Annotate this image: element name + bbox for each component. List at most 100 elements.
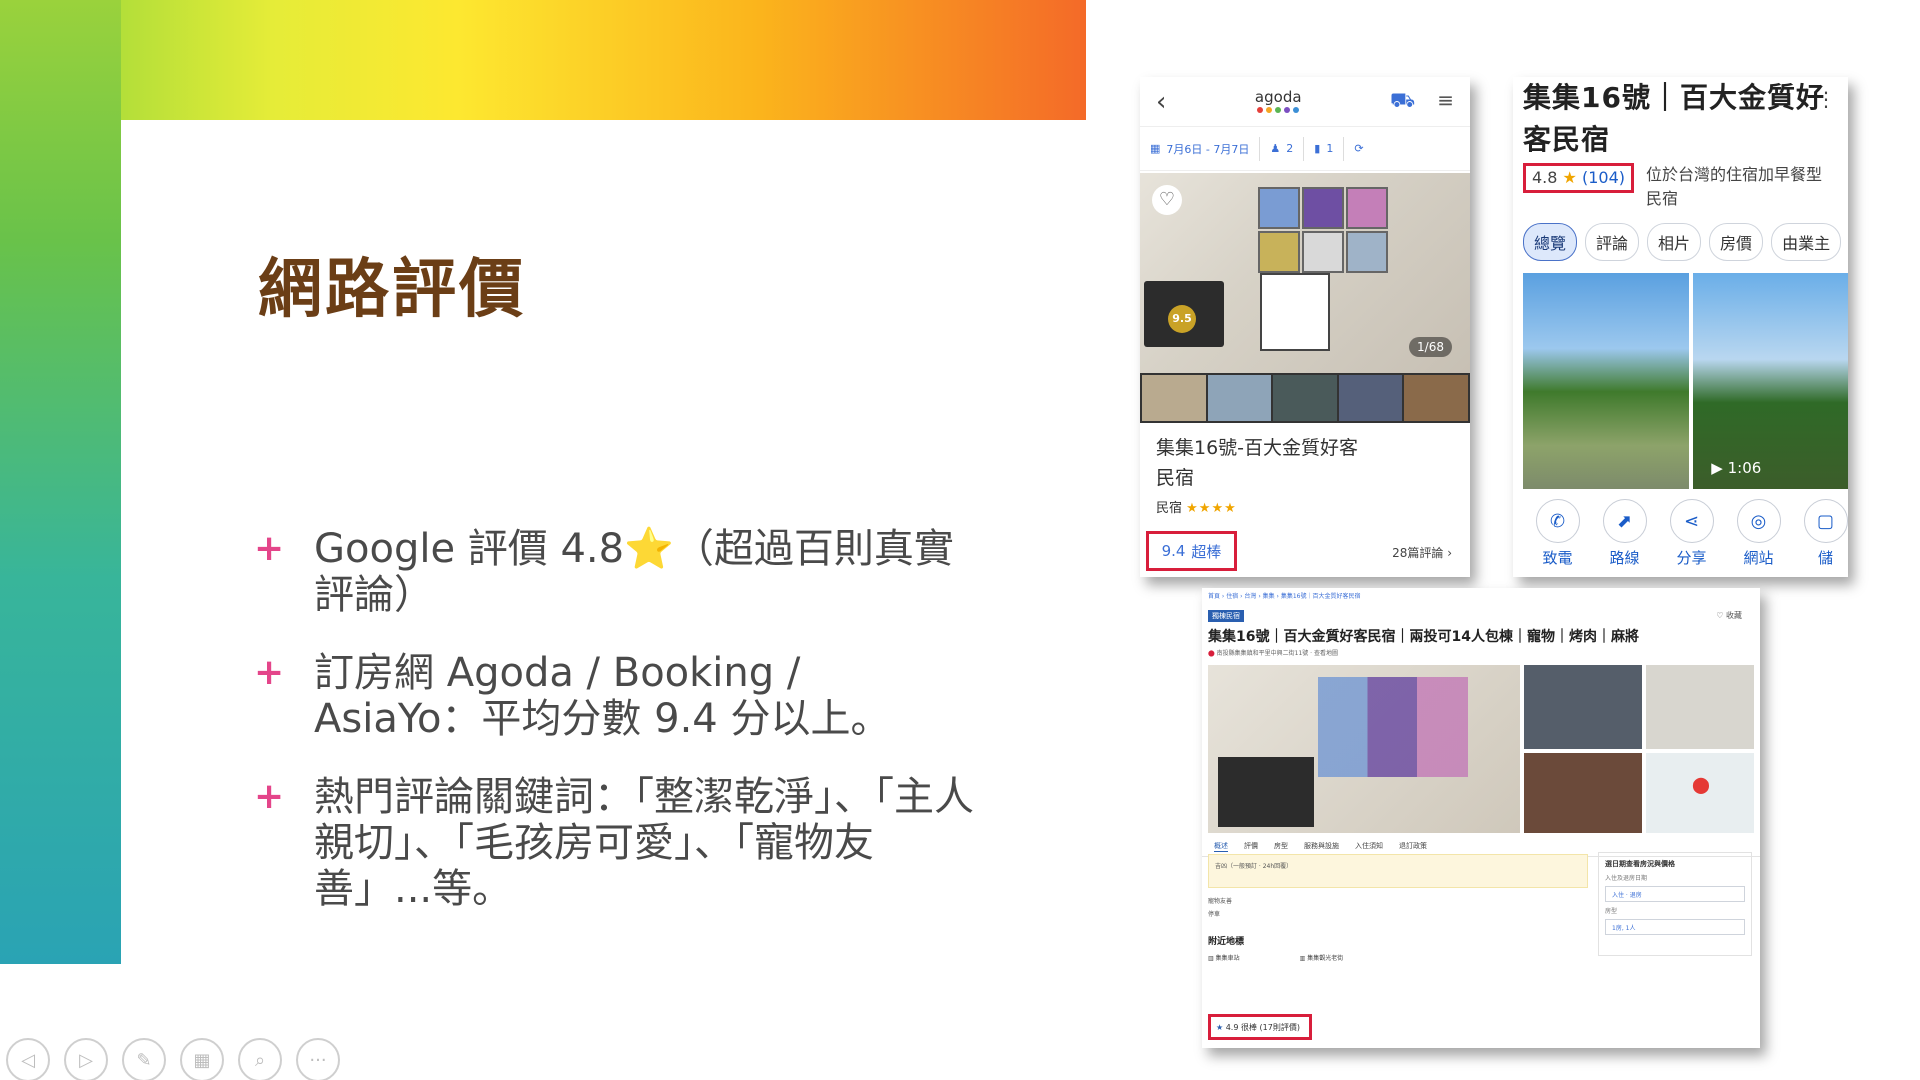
amenity-line: 寵物友善 — [1208, 898, 1233, 905]
tab-prices[interactable]: 房價 — [1709, 223, 1764, 261]
amenity-line: 停車 — [1208, 911, 1221, 918]
video-duration: ▶ 1:06 — [1711, 459, 1762, 477]
booking-screenshot: 首頁 › 住宿 › 台灣 › 集集 › 集集16號｜百大金質好客民宿 獨棟民宿 … — [1202, 588, 1760, 1048]
plus-marker: + — [254, 652, 285, 693]
favorite-heart-icon[interactable]: ♡ — [1152, 185, 1182, 215]
award-frame: 9.5 — [1144, 281, 1224, 347]
share-icon: ⋖ — [1669, 499, 1714, 543]
room-selector[interactable]: ▮ 1 — [1304, 136, 1345, 161]
thumbnail[interactable] — [1207, 375, 1272, 421]
award-plaque — [1260, 273, 1330, 351]
share-button[interactable]: ⋖ 分享 — [1669, 499, 1714, 568]
date-selector[interactable]: ▦ 7月6日 - 7月7日 — [1140, 136, 1261, 161]
google-photo[interactable] — [1523, 273, 1690, 489]
map-icon: ▥ — [1208, 955, 1214, 962]
booking-date-panel: 選日期查看房況與價格 入住及退房日期 入住 · 退房 房型 1房, 1人 — [1598, 852, 1752, 956]
nearby-heading: 附近地標 — [1208, 937, 1245, 947]
bullet-keywords: + 熱門評論關鍵詞：「整潔乾淨」、「主人親切」、「毛孩房可愛」、「寵物友善」..… — [254, 774, 974, 912]
calendar-icon: ▦ — [1150, 142, 1161, 155]
date-field[interactable]: 入住 · 退房 — [1605, 886, 1745, 902]
pen-icon[interactable]: ✎ — [122, 1038, 166, 1080]
star-icon: ★ — [1562, 168, 1577, 187]
agoda-search-bar: ▦ 7月6日 - 7月7日 ♟ 2 ▮ 1 ⟳ — [1140, 127, 1470, 171]
gallery-photo[interactable] — [1646, 665, 1754, 749]
breadcrumb[interactable]: 首頁 › 住宿 › 台灣 › 集集 › 集集16號｜百大金質好客民宿 — [1202, 588, 1760, 603]
agoda-logo-dots — [1255, 107, 1302, 113]
google-rating-highlight[interactable]: 4.8 ★ (104) — [1523, 163, 1635, 193]
gallery-photo[interactable] — [1524, 665, 1642, 749]
call-button[interactable]: ✆ 致電 — [1535, 499, 1580, 568]
website-button[interactable]: ◎ 網站 — [1736, 499, 1781, 568]
plus-marker: + — [254, 528, 285, 569]
pin-icon: ⬤ — [1208, 650, 1215, 657]
booking-score-highlight[interactable]: ★ 4.9 很棒 (17則評價) — [1208, 1014, 1312, 1040]
agoda-header-icons: ⛟ ≡ — [1390, 88, 1454, 115]
google-action-row: ✆ 致電 ⬈ 路線 ⋖ 分享 ◎ 網站 ▢ 儲 — [1513, 489, 1848, 568]
booking-main-column: 吉凶（一般預訂 · 24h回覆） 寵物友善 停車 附近地標 ▥ 集集車站 ▥ 集… — [1208, 848, 1588, 962]
thumbnail[interactable] — [1404, 375, 1468, 421]
top-gradient-band — [0, 0, 1086, 120]
tab-reviews[interactable]: 評論 — [1585, 223, 1640, 261]
star-icon: ★ — [1216, 1023, 1224, 1032]
gallery-photo[interactable] — [1524, 753, 1642, 833]
google-tab-chips: 總覽 評論 相片 房價 由業主 — [1513, 211, 1848, 261]
photo-counter: 1/68 — [1409, 337, 1452, 357]
bullet-list: + Google 評價 4.8⭐（超過百則真實評論） + 訂房網 Agoda /… — [254, 526, 974, 944]
tab-photos[interactable]: 相片 — [1647, 223, 1702, 261]
guest-selector[interactable]: ♟ 2 — [1260, 136, 1305, 161]
directions-button[interactable]: ⬈ 路線 — [1602, 499, 1647, 568]
bookmark-icon: ▢ — [1803, 499, 1848, 543]
globe-icon: ◎ — [1736, 499, 1781, 543]
back-icon[interactable]: ‹ — [1156, 87, 1166, 117]
menu-icon[interactable]: ≡ — [1437, 88, 1454, 115]
booking-address: ⬤ 南投縣集集鎮和平里中興二街11號 · 查看地圖 — [1208, 650, 1338, 657]
bullet-text: 熱門評論關鍵詞：「整潔乾淨」、「主人親切」、「毛孩房可愛」、「寵物友善」...等… — [314, 774, 974, 912]
more-options-icon[interactable]: ⋮ — [1816, 87, 1836, 111]
zoom-icon[interactable]: ⌕ — [238, 1038, 282, 1080]
google-photo-strip: ▶ 1:06 — [1513, 261, 1848, 489]
gallery-map-thumbnail[interactable]: ⬤ — [1646, 753, 1754, 833]
star-icon: ⭐ — [624, 526, 674, 572]
nearby-list: ▥ 集集車站 ▥ 集集觀光老街 — [1208, 953, 1588, 962]
google-place-description: 位於台灣的住宿加早餐型民宿 — [1646, 165, 1823, 208]
favorite-button[interactable]: ♡ 收藏 — [1716, 610, 1742, 621]
room-field[interactable]: 1房, 1人 — [1605, 919, 1745, 935]
map-icon: ▥ — [1299, 955, 1306, 962]
cart-icon[interactable]: ⛟ — [1390, 88, 1415, 115]
agoda-screenshot: ‹ agoda ⛟ ≡ ▦ 7月6日 - 7月7日 ♟ 2 ▮ 1 ⟳ 9.5 ♡ 1… — [1140, 77, 1470, 577]
slide-grid-icon[interactable]: ▦ — [180, 1038, 224, 1080]
bullet-text: 訂房網 Agoda / Booking / AsiaYo：平均分數 9.4 分以… — [314, 650, 891, 742]
agoda-property-type: 民宿 ★★★★ — [1156, 501, 1237, 516]
door-icon: ▮ — [1314, 142, 1321, 155]
agoda-header: ‹ agoda ⛟ ≡ — [1140, 77, 1470, 127]
thumbnail[interactable] — [1338, 375, 1403, 421]
slide-title: 網路評價 — [258, 252, 526, 327]
more-icon[interactable]: ··· — [296, 1038, 340, 1080]
next-slide-icon[interactable]: ▷ — [64, 1038, 108, 1080]
refresh-button[interactable]: ⟳ — [1344, 137, 1373, 161]
left-gradient-band — [0, 0, 121, 964]
google-rating-row: 4.8 ★ (104) 位於台灣的住宿加早餐型民宿 — [1513, 161, 1848, 211]
booking-notice: 吉凶（一般預訂 · 24h回覆） — [1208, 854, 1588, 888]
previous-slide-icon[interactable]: ◁ — [6, 1038, 50, 1080]
nearby-item: ▥ 集集觀光老街 — [1299, 955, 1344, 962]
agoda-thumbnail-strip — [1140, 373, 1470, 423]
tab-owner[interactable]: 由業主 — [1771, 223, 1842, 261]
save-button[interactable]: ▢ 儲 — [1803, 499, 1848, 568]
booking-property-title: 集集16號｜百大金質好客民宿｜兩投可14人包棟｜寵物｜烤肉｜麻將 — [1208, 629, 1639, 645]
google-screenshot: 集集16號｜百大金質好客民宿 ⋮ 4.8 ★ (104) 位於台灣的住宿加早餐型… — [1513, 77, 1848, 577]
thumbnail[interactable] — [1273, 375, 1337, 421]
star-rating-icon: ★★★★ — [1186, 501, 1237, 516]
refresh-icon: ⟳ — [1354, 142, 1364, 155]
tab-overview[interactable]: 總覽 — [1523, 223, 1578, 261]
thumbnail[interactable] — [1142, 375, 1206, 421]
agoda-score-highlight: 9.4 超棒 — [1146, 531, 1237, 571]
google-place-title: 集集16號｜百大金質好客民宿 — [1523, 81, 1825, 156]
booking-photo-gallery: ⬤ — [1208, 665, 1754, 837]
agoda-main-photo[interactable]: 9.5 ♡ 1/68 — [1140, 173, 1470, 373]
agoda-review-link[interactable]: 28篇評論 › — [1392, 544, 1452, 561]
nearby-item: ▥ 集集車站 — [1208, 955, 1240, 962]
gallery-main-photo[interactable] — [1208, 665, 1520, 833]
presentation-controls: ◁ ▷ ✎ ▦ ⌕ ··· — [6, 1038, 340, 1080]
google-video-thumbnail[interactable]: ▶ 1:06 — [1693, 273, 1848, 489]
